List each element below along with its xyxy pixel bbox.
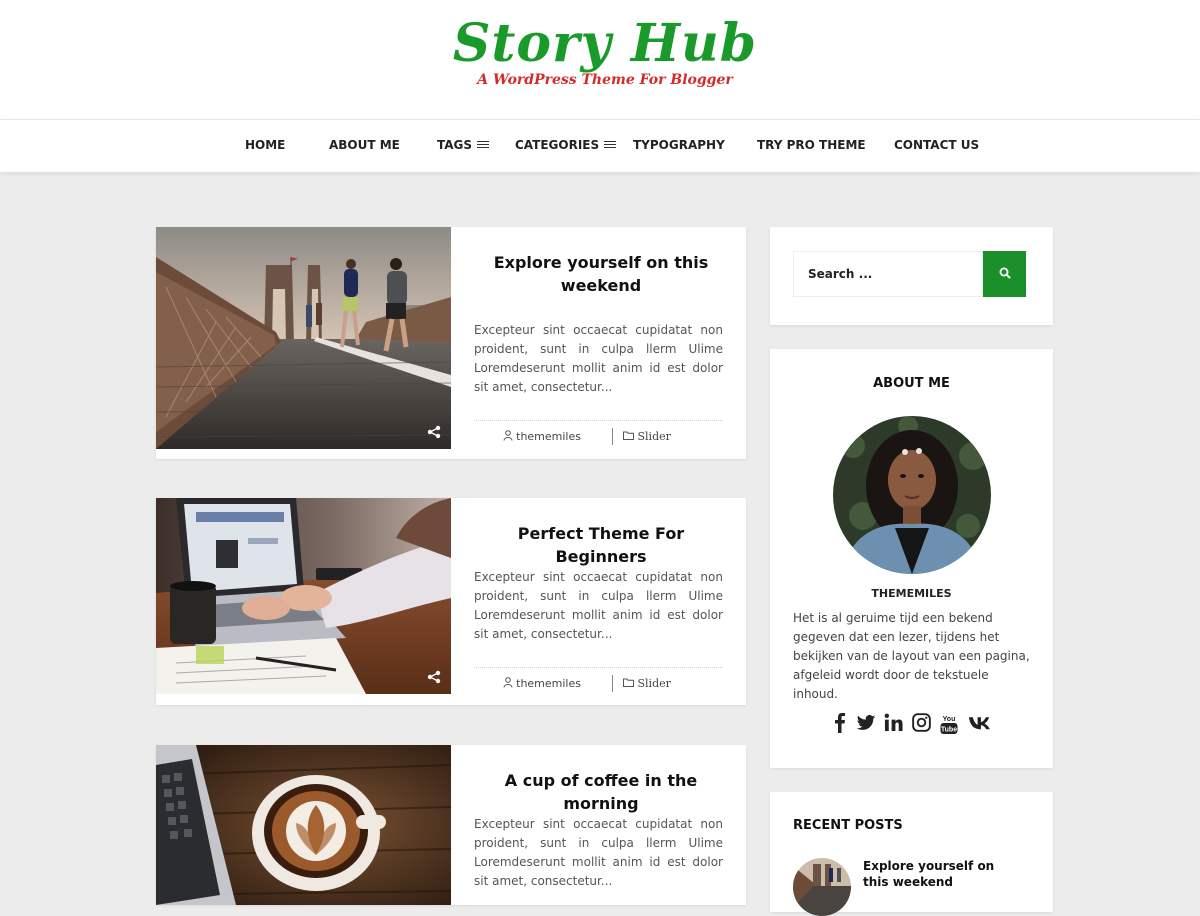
search-button[interactable] — [983, 251, 1026, 297]
post-title[interactable]: Explore yourself on this weekend — [474, 251, 728, 297]
avatar — [833, 416, 991, 574]
post-category[interactable]: Slider — [623, 430, 671, 443]
category-name: Slider — [637, 430, 671, 443]
about-widget: ABOUT ME THEMEMILES Het is al geruime ti… — [770, 349, 1053, 768]
category-name: Slider — [637, 677, 671, 690]
post-author[interactable]: thememiles — [503, 430, 581, 443]
post-thumbnail[interactable] — [156, 498, 451, 694]
search-icon — [999, 267, 1011, 279]
post-thumbnail[interactable] — [156, 745, 452, 905]
menu-icon — [477, 141, 490, 148]
recent-posts-widget: RECENT POSTS Explore yourself on this we… — [770, 792, 1053, 916]
post-card: Explore yourself on this weekend Excepte… — [156, 227, 746, 459]
author-name: thememiles — [516, 430, 581, 443]
svg-text:Tube: Tube — [941, 727, 957, 734]
facebook-icon[interactable] — [834, 713, 846, 738]
recent-post-title[interactable]: Explore yourself on this weekend — [863, 858, 1023, 890]
post-category[interactable]: Slider — [623, 677, 671, 690]
folder-icon — [623, 678, 634, 687]
youtube-icon[interactable]: You Tube — [940, 713, 958, 740]
social-links: You Tube — [830, 713, 998, 737]
site-header: Story Hub A WordPress Theme For Blogger — [0, 0, 1200, 119]
post-title[interactable]: A cup of coffee in the morning — [474, 769, 728, 815]
divider — [474, 420, 723, 421]
share-icon[interactable] — [427, 670, 441, 684]
vk-icon[interactable] — [968, 713, 991, 738]
user-icon — [503, 677, 513, 688]
search-input[interactable] — [793, 251, 983, 297]
post-excerpt: Excepteur sint occaecat cupidatat non pr… — [474, 323, 723, 394]
nav-label: TYPOGRAPHY — [633, 138, 725, 152]
about-bio: Het is al geruime tijd een bekend gegeve… — [793, 611, 1030, 701]
nav-label: TRY PRO THEME — [757, 138, 866, 152]
instagram-icon[interactable] — [912, 713, 931, 737]
widget-title: ABOUT ME — [873, 376, 950, 391]
post-card: Perfect Theme For Beginners Excepteur si… — [156, 498, 746, 705]
share-icon[interactable] — [427, 425, 441, 439]
post-title[interactable]: Perfect Theme For Beginners — [474, 522, 728, 568]
nav-item-tags[interactable]: TAGS — [437, 120, 490, 172]
divider — [474, 667, 723, 668]
twitter-icon[interactable] — [856, 713, 876, 738]
nav-label: CATEGORIES — [515, 138, 600, 152]
post-excerpt: Excepteur sint occaecat cupidatat non pr… — [474, 817, 723, 888]
post-thumbnail[interactable] — [156, 227, 452, 449]
author-name: thememiles — [516, 677, 581, 690]
linkedin-icon[interactable] — [884, 713, 903, 737]
nav-label: TAGS — [437, 138, 473, 152]
nav-label: ABOUT ME — [329, 138, 400, 152]
site-tagline: A WordPress Theme For Blogger — [477, 72, 733, 88]
meta-separator — [612, 675, 613, 692]
nav-label: CONTACT US — [894, 138, 980, 152]
widget-title: RECENT POSTS — [793, 818, 903, 833]
nav-item-home[interactable]: HOME — [245, 120, 285, 172]
nav-item-about-me[interactable]: ABOUT ME — [329, 120, 400, 172]
meta-separator — [612, 428, 613, 445]
post-meta: thememiles Slider — [474, 428, 723, 446]
about-name: THEMEMILES — [871, 587, 952, 600]
post-card: A cup of coffee in the morning Excepteur… — [156, 745, 746, 905]
folder-icon — [623, 431, 634, 440]
svg-text:You: You — [943, 716, 956, 723]
main-nav: HOME ABOUT ME TAGS CATEGORIES TYPOGRAPHY… — [0, 119, 1200, 172]
site-logo[interactable]: Story Hub A WordPress Theme For Blogger — [440, 14, 770, 89]
search-widget — [770, 227, 1053, 325]
nav-item-contact-us[interactable]: CONTACT US — [894, 120, 979, 172]
user-icon — [503, 430, 513, 441]
menu-icon — [604, 141, 617, 148]
post-author[interactable]: thememiles — [503, 677, 581, 690]
site-title[interactable]: Story Hub — [440, 14, 770, 74]
nav-label: HOME — [245, 138, 286, 152]
post-excerpt: Excepteur sint occaecat cupidatat non pr… — [474, 570, 723, 641]
nav-item-categories[interactable]: CATEGORIES — [515, 120, 617, 172]
recent-post-thumbnail[interactable] — [793, 858, 851, 916]
nav-item-try-pro-theme[interactable]: TRY PRO THEME — [757, 120, 866, 172]
post-meta: thememiles Slider — [474, 675, 723, 693]
nav-item-typography[interactable]: TYPOGRAPHY — [633, 120, 725, 172]
